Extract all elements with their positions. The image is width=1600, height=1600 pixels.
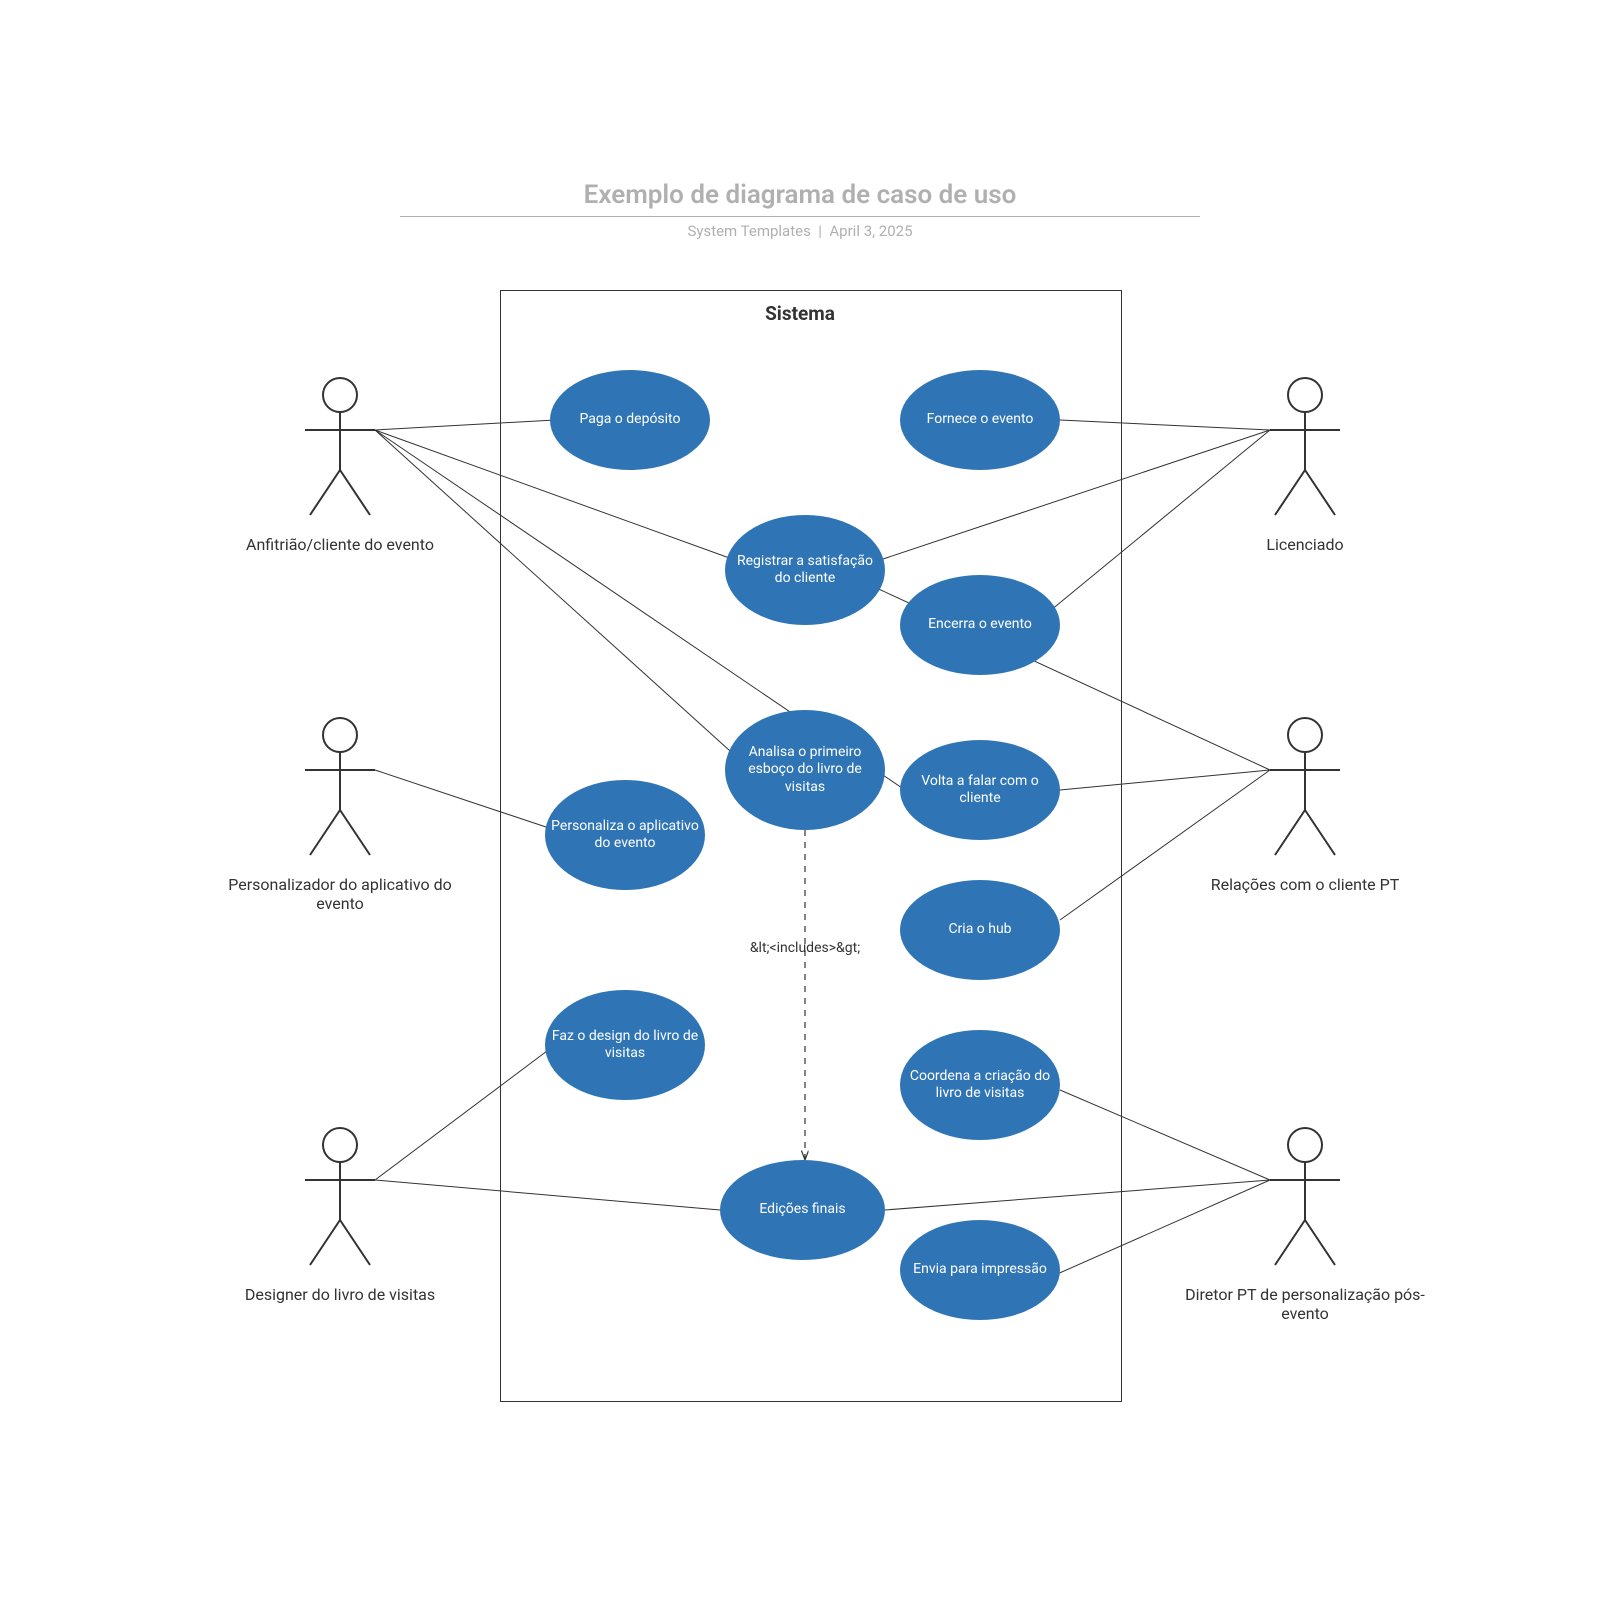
usecase-registrar: Registrar a satisfação do cliente [725, 515, 885, 625]
actor-designer-icon [305, 1128, 375, 1265]
diagram-subtitle: System Templates | April 3, 2025 [0, 222, 1600, 240]
actor-relacoes-icon [1270, 718, 1340, 855]
diagram-canvas: Exemplo de diagrama de caso de uso Syste… [0, 0, 1600, 1600]
actor-anfitriao-icon [305, 378, 375, 515]
actor-personalizador-label: Personalizador do aplicativo do evento [215, 875, 465, 913]
subtitle-sep: | [818, 222, 822, 240]
subtitle-right: April 3, 2025 [829, 222, 912, 240]
usecase-paga: Paga o depósito [550, 370, 710, 470]
usecase-envia: Envia para impressão [900, 1220, 1060, 1320]
actor-personalizador-icon [305, 718, 375, 855]
usecase-personaliza: Personaliza o aplicativo do evento [545, 780, 705, 890]
usecase-edicoes: Edições finais [720, 1160, 885, 1260]
includes-label: &lt;<includes>&gt; [750, 940, 860, 956]
usecase-criahub: Cria o hub [900, 880, 1060, 980]
system-label: Sistema [0, 302, 1600, 325]
usecase-encerra: Encerra o evento [900, 575, 1060, 675]
diagram-title: Exemplo de diagrama de caso de uso [400, 180, 1200, 217]
actor-licenciado-label: Licenciado [1180, 535, 1430, 554]
usecase-design: Faz o design do livro de visitas [545, 990, 705, 1100]
actor-relacoes-label: Relações com o cliente PT [1180, 875, 1430, 894]
actor-diretor-icon [1270, 1128, 1340, 1265]
usecase-volta: Volta a falar com o cliente [900, 740, 1060, 840]
subtitle-left: System Templates [687, 222, 810, 240]
actor-licenciado-icon [1270, 378, 1340, 515]
actor-designer-label: Designer do livro de visitas [215, 1285, 465, 1304]
usecase-coordena: Coordena a criação do livro de visitas [900, 1030, 1060, 1140]
usecase-analisa: Analisa o primeiro esboço do livro de vi… [725, 710, 885, 830]
actor-diretor-label: Diretor PT de personalização pós-evento [1180, 1285, 1430, 1323]
actor-anfitriao-label: Anfitrião/cliente do evento [215, 535, 465, 554]
usecase-fornece: Fornece o evento [900, 370, 1060, 470]
